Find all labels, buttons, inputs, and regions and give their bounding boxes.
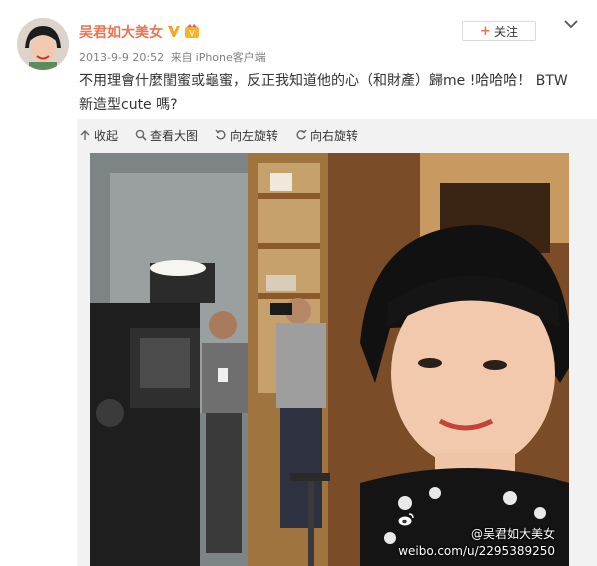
rotate-left-button[interactable]: 向左旋转 bbox=[215, 127, 278, 144]
source-prefix: 来自 bbox=[170, 51, 193, 64]
post-source[interactable]: iPhone客户端 bbox=[196, 51, 266, 64]
post-photo[interactable]: @吴君如大美女 weibo.com/u/2295389250 bbox=[90, 153, 569, 566]
collapse-label: 收起 bbox=[94, 128, 119, 143]
media-toolbar: 收起 查看大图 向左旋转 向右旋转 bbox=[77, 119, 597, 151]
rotate-left-icon bbox=[215, 129, 226, 140]
magnify-icon bbox=[135, 129, 147, 141]
watermark-handle: @吴君如大美女 bbox=[470, 527, 555, 541]
watermark-url: weibo.com/u/2295389250 bbox=[398, 544, 555, 558]
follow-button[interactable]: + 关注 bbox=[462, 21, 536, 41]
view-large-label: 查看大图 bbox=[150, 128, 199, 143]
view-large-button[interactable]: 查看大图 bbox=[135, 127, 198, 144]
svg-text:V: V bbox=[189, 29, 195, 38]
collapse-icon bbox=[80, 130, 90, 140]
photo-illustration bbox=[90, 153, 569, 566]
collapse-button[interactable]: 收起 bbox=[79, 127, 118, 144]
rotate-right-icon bbox=[296, 129, 307, 140]
media-panel: 收起 查看大图 向左旋转 向右旋转 @吴君如大美女 weibo.com/u/22… bbox=[77, 119, 597, 566]
username-link[interactable]: 吴君如大美女 bbox=[79, 22, 163, 42]
plus-icon: + bbox=[480, 23, 491, 39]
post-meta: 2013-9-9 20:52 来自 iPhone客户端 bbox=[79, 49, 269, 65]
rotate-right-button[interactable]: 向右旋转 bbox=[295, 127, 358, 144]
verified-icon bbox=[168, 26, 180, 37]
follow-label: 关注 bbox=[493, 24, 518, 39]
rotate-right-label: 向右旋转 bbox=[310, 128, 359, 143]
weibo-logo-icon bbox=[398, 513, 414, 526]
rotate-left-label: 向左旋转 bbox=[230, 128, 279, 143]
watermark: @吴君如大美女 weibo.com/u/2295389250 bbox=[398, 513, 555, 560]
member-badge-icon[interactable]: V bbox=[184, 24, 200, 39]
weibo-post-card: 吴君如大美女 V 2013-9-9 20:52 来自 iPhone客户端 + 关注… bbox=[0, 0, 597, 566]
avatar[interactable] bbox=[17, 18, 69, 70]
post-timestamp[interactable]: 2013-9-9 20:52 bbox=[79, 51, 164, 64]
post-text: 不用理會什麼閨蜜或龜蜜，反正我知道他的心（和財產）歸me !哈哈哈！ BTW 新… bbox=[79, 73, 568, 113]
chevron-down-icon[interactable] bbox=[563, 18, 579, 30]
